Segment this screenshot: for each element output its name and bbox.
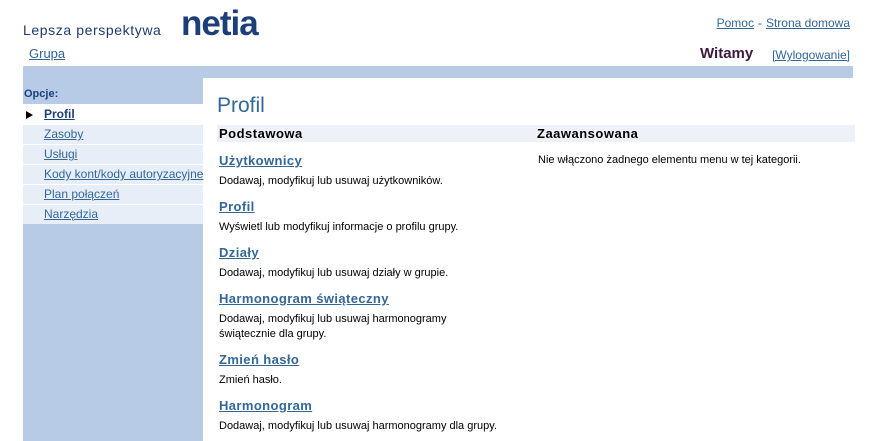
change-password-link[interactable]: Zmień hasło xyxy=(219,352,519,367)
menu-entry-schedule: Harmonogram Dodawaj, modyfikuj lub usuwa… xyxy=(219,398,549,434)
group-link[interactable]: Grupa xyxy=(29,46,65,61)
profile-description: Wyświetl lub modyfikuj informacje o prof… xyxy=(219,221,459,233)
sidebar-item-zasoby[interactable]: Zasoby xyxy=(23,124,203,144)
advanced-empty-note: Nie włączono żadnego elementu menu w tej… xyxy=(538,154,801,166)
sidebar-item-uslugi[interactable]: Usługi xyxy=(23,144,203,164)
home-link[interactable]: Strona domowa xyxy=(766,16,850,30)
main-content: Profil Podstawowa Zaawansowana Nie włącz… xyxy=(211,78,855,441)
holiday-schedule-description: Dodawaj, modyfikuj lub usuwaj harmonogra… xyxy=(219,313,447,340)
sidebar-item-kody[interactable]: Kody kont/kody autoryzacyjne xyxy=(23,164,203,184)
departments-description: Dodawaj, modyfikuj lub usuwaj działy w g… xyxy=(219,267,449,279)
top-links: Pomoc - Strona domowa xyxy=(717,16,850,30)
header-bar xyxy=(23,66,853,78)
profile-link[interactable]: Profil xyxy=(219,199,519,214)
header: Lepsza perspektywa netia Grupa Pomoc - Str… xyxy=(0,0,878,66)
page-title: Profil xyxy=(217,94,265,117)
users-link[interactable]: Użytkownicy xyxy=(219,153,519,168)
schedule-description: Dodawaj, modyfikuj lub usuwaj harmonogra… xyxy=(219,420,497,432)
welcome-text: Witamy xyxy=(700,45,754,62)
users-description: Dodawaj, modyfikuj lub usuwaj użytkownik… xyxy=(219,175,443,187)
holiday-schedule-link[interactable]: Harmonogram świąteczny xyxy=(219,291,489,306)
menu-entry-profile: Profil Wyświetl lub modyfikuj informacje… xyxy=(219,199,519,235)
schedule-link[interactable]: Harmonogram xyxy=(219,398,549,413)
sidebar-item-label[interactable]: Narzędzia xyxy=(44,205,98,224)
top-links-separator: - xyxy=(757,16,762,30)
menu-entry-change-password: Zmień hasło Zmień hasło. xyxy=(219,352,519,388)
sidebar-item-label[interactable]: Kody kont/kody autoryzacyjne xyxy=(44,165,203,184)
sidebar-item-label[interactable]: Profil xyxy=(44,105,75,124)
sidebar: Opcje: Profil Zasoby Usługi Kody kont/ko… xyxy=(23,78,203,441)
menu-entry-holiday-schedule: Harmonogram świąteczny Dodawaj, modyfiku… xyxy=(219,291,489,342)
menu-entry-users: Użytkownicy Dodawaj, modyfikuj lub usuwa… xyxy=(219,153,519,189)
sidebar-item-label[interactable]: Usługi xyxy=(44,145,77,164)
sidebar-item-label[interactable]: Plan połączeń xyxy=(44,185,119,204)
logout-link[interactable]: [Wylogowanie] xyxy=(772,48,850,62)
sidebar-item-label[interactable]: Zasoby xyxy=(44,125,83,144)
departments-link[interactable]: Działy xyxy=(219,245,519,260)
sidebar-item-plan[interactable]: Plan połączeń xyxy=(23,184,203,204)
sidebar-title: Opcje: xyxy=(24,88,59,100)
current-arrow-icon xyxy=(26,111,33,119)
netia-logo: netia xyxy=(181,4,259,43)
change-password-description: Zmień hasło. xyxy=(219,374,282,386)
menu-entry-departments: Działy Dodawaj, modyfikuj lub usuwaj dzi… xyxy=(219,245,519,281)
sidebar-item-profil[interactable]: Profil xyxy=(23,104,203,124)
sidebar-item-narzedzia[interactable]: Narzędzia xyxy=(23,204,203,224)
column-header-basic: Podstawowa xyxy=(217,125,533,142)
sidebar-menu: Profil Zasoby Usługi Kody kont/kody auto… xyxy=(23,104,203,224)
column-header-advanced: Zaawansowana xyxy=(533,125,855,142)
help-link[interactable]: Pomoc xyxy=(717,16,754,30)
logo-tagline: Lepsza perspektywa xyxy=(23,22,162,38)
